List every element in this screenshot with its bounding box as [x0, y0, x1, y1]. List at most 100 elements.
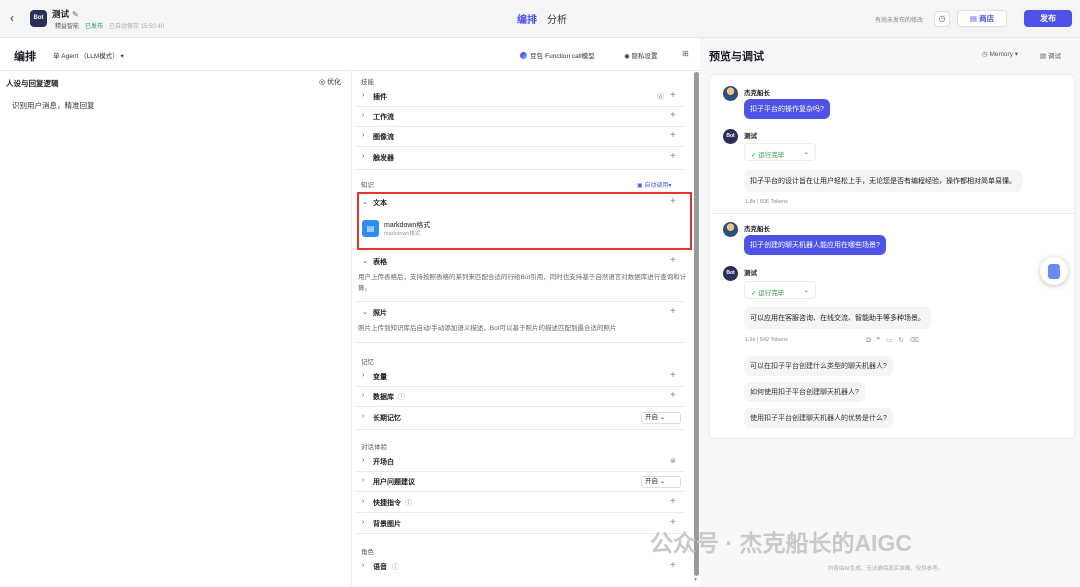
bot-avatar[interactable]: Bot [30, 10, 47, 27]
add-shortcut-icon[interactable]: + [670, 496, 676, 507]
persona-textarea[interactable]: 识别用户消息，精准回复 [12, 100, 95, 111]
floating-assistant-button[interactable] [1040, 257, 1068, 285]
suggestion-chip[interactable]: 可以在扣子平台创建什么类型的聊天机器人? [744, 356, 893, 376]
dialog-row-background[interactable]: › 背景图片 + [355, 515, 685, 533]
privacy-settings[interactable]: ◉ 隐私设置 [624, 50, 657, 60]
memory-row-database[interactable]: › 数据库 ⓘ + [355, 388, 685, 406]
assistant-icon [1048, 264, 1060, 279]
divider [355, 491, 685, 492]
debug-button[interactable]: ▤ 调试 [1040, 50, 1061, 60]
knowledge-row-text[interactable]: ⌄ 文本 + [355, 194, 685, 212]
add-trigger-icon[interactable]: + [670, 151, 676, 162]
copy-icon[interactable]: ⧉ [866, 337, 877, 344]
memory-button[interactable]: ◷ Memory ▾ [982, 50, 1018, 58]
skill-row-imageflow[interactable]: › 图像流 + [355, 128, 685, 146]
tab-arrange[interactable]: 编排 [517, 11, 537, 26]
chevron-right-icon: › [362, 498, 365, 505]
chevron-right-icon: › [362, 92, 365, 99]
auto-call-select[interactable]: ▣ 自动调用▾ [637, 180, 671, 189]
knowledge-row-photo[interactable]: ⌄ 照片 + [355, 304, 685, 322]
chevron-right-icon: › [362, 457, 365, 464]
config-scrollbar[interactable] [694, 72, 699, 576]
back-chevron-icon[interactable]: ‹ [10, 12, 22, 24]
store-label: 商店 [979, 14, 995, 23]
memory-row-variable[interactable]: › 变量 + [355, 368, 685, 386]
debug-label: 调试 [1047, 53, 1061, 60]
longterm-memory-select[interactable]: 开启 ⌄ [641, 412, 681, 424]
store-button[interactable]: ▤ 商店 [957, 10, 1007, 27]
publish-button[interactable]: 发布 [1024, 10, 1072, 27]
token-info: 1.8s | 506 Tokens [745, 199, 788, 205]
model-select[interactable]: 豆包·Function call模型 [520, 50, 595, 60]
add-voice-icon[interactable]: + [670, 560, 676, 571]
divider [355, 126, 685, 127]
info-icon[interactable]: ⓘ [392, 562, 399, 572]
memory-row-longterm[interactable]: › 长期记忆 开启 ⌄ [355, 409, 685, 427]
user-avatar [723, 86, 738, 101]
skill-label: 工作流 [373, 114, 394, 121]
add-plugin-icon[interactable]: + [670, 90, 676, 101]
suggestion-chip[interactable]: 如何使用扣子平台创建聊天机器人? [744, 382, 865, 402]
layout-grid-icon[interactable]: ⊞ [682, 49, 689, 58]
quote-icon[interactable]: ❞ [877, 337, 887, 344]
autosave-time: 已自动保存 15:50:40 [109, 24, 165, 30]
skill-label: 触发器 [373, 155, 394, 162]
team-name: 精益智能 [55, 24, 80, 30]
model-name: 豆包·Function call模型 [530, 53, 595, 60]
scroll-down-icon[interactable]: ▼ [693, 577, 698, 583]
dialog-row-opening[interactable]: › 开场白 ⊗ [355, 453, 685, 471]
divider [355, 301, 685, 302]
optimize-button[interactable]: ◎ 优化 [319, 77, 341, 87]
role-row-voice[interactable]: › 语音 ⓘ + [355, 558, 685, 576]
regenerate-icon[interactable]: ↻ [898, 337, 909, 344]
add-variable-icon[interactable]: + [670, 370, 676, 381]
history-clock-icon[interactable]: ◷ [934, 11, 950, 27]
chevron-right-icon: › [362, 562, 365, 569]
chevron-right-icon: › [362, 132, 365, 139]
run-status-chip[interactable]: ✓ 运行完毕 ⌄ [744, 143, 816, 161]
add-database-icon[interactable]: + [670, 390, 676, 401]
add-photo-icon[interactable]: + [670, 306, 676, 317]
preview-panel: 预览与调试 ◷ Memory ▾ ▤ 调试 杰克船长 扣子平台的操作复杂吗? B… [700, 38, 1080, 587]
skill-row-plugin[interactable]: › 插件 Ⓐ + [355, 88, 685, 106]
model-logo-icon [520, 51, 527, 59]
comment-icon[interactable]: ▭ [886, 337, 898, 344]
knowledge-row-table[interactable]: ⌄ 表格 + [355, 253, 685, 271]
divider [355, 106, 685, 107]
knowledge-label: 表格 [373, 259, 387, 266]
knowledge-file-card[interactable]: ▤ markdown格式 markdown格式 [362, 216, 684, 244]
dialog-row-shortcut[interactable]: › 快捷指令 ⓘ + [355, 494, 685, 512]
optimize-label: 优化 [327, 79, 342, 86]
memory-section-title: 记忆 [361, 359, 374, 366]
add-workflow-icon[interactable]: + [670, 110, 676, 121]
chevron-down-icon: ⌄ [362, 309, 368, 316]
skill-row-trigger[interactable]: › 触发器 + [355, 149, 685, 167]
edit-icon[interactable]: ✎ [72, 10, 79, 19]
chevron-down-icon: ⌄ [362, 199, 368, 206]
suggestion-chip[interactable]: 使用扣子平台创建聊天机器人的优势是什么? [744, 408, 893, 428]
delete-icon[interactable]: ⌫ [910, 337, 925, 344]
skill-row-workflow[interactable]: › 工作流 + [355, 108, 685, 126]
memory-label: 长期记忆 [373, 415, 401, 422]
add-imageflow-icon[interactable]: + [670, 130, 676, 141]
bot-name: 测试 ✎ [52, 8, 79, 20]
tab-analysis[interactable]: 分析 [547, 11, 567, 26]
divider [355, 533, 685, 534]
suggest-select[interactable]: 开启 ⌄ [641, 476, 681, 488]
auto-opening-icon[interactable]: ⊗ [670, 457, 676, 465]
skill-label: 图像流 [373, 134, 394, 141]
add-table-icon[interactable]: + [670, 255, 676, 266]
info-icon[interactable]: ⓘ [405, 498, 412, 508]
agent-mode-select[interactable]: 单 Agent （LLM模式） ▾ [53, 50, 124, 60]
bot-avatar: Bot [723, 129, 738, 144]
info-icon[interactable]: ⓘ [398, 392, 405, 402]
run-status-chip[interactable]: ✓ 运行完毕 ⌄ [744, 281, 816, 299]
add-text-icon[interactable]: + [670, 196, 676, 207]
file-subtitle: markdown格式 [384, 231, 421, 237]
chevron-right-icon: › [362, 477, 365, 484]
auto-plugin-icon[interactable]: Ⓐ [657, 92, 664, 102]
dialog-row-suggest[interactable]: › 用户问题建议 开启 ⌄ [355, 473, 685, 491]
dialog-label: 快捷指令 [373, 500, 401, 507]
scroll-up-icon[interactable]: ▲ [693, 73, 698, 79]
top-tabs: 编排 分析 [517, 11, 567, 26]
